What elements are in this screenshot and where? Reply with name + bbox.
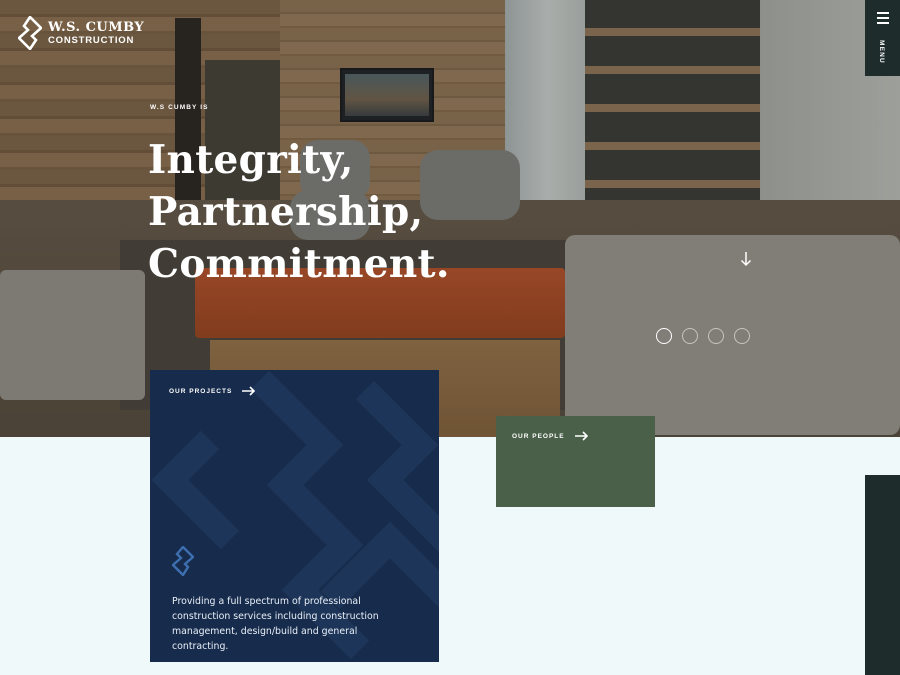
logo-name: W.S. CUMBY	[48, 19, 145, 35]
hero-eyebrow: W.S CUMBY IS	[150, 104, 209, 111]
headline-line: Integrity,	[148, 137, 354, 183]
slider-dot[interactable]	[656, 328, 672, 344]
arrow-right-icon	[574, 431, 588, 441]
hero-background-image	[0, 0, 900, 437]
slider-dots	[656, 328, 750, 344]
our-projects-link[interactable]: OUR PROJECTS	[169, 386, 256, 396]
right-rail	[865, 475, 900, 675]
headline-line: Commitment.	[148, 241, 450, 287]
diamond-s-icon	[172, 546, 194, 576]
people-card: OUR PEOPLE	[496, 416, 655, 507]
projects-card: OUR PROJECTS Providing a full spectrum o…	[150, 370, 439, 662]
logo-subtitle: CONSTRUCTION	[48, 34, 135, 46]
menu-button[interactable]: MENU	[865, 0, 900, 76]
arrow-down-icon[interactable]	[740, 251, 752, 267]
site-logo[interactable]: W.S. CUMBY CONSTRUCTION	[18, 16, 144, 50]
hero-headline: Integrity, Partnership, Commitment.	[148, 134, 450, 290]
arrow-right-icon	[242, 386, 256, 396]
our-people-label: OUR PEOPLE	[512, 432, 565, 440]
logo-wordmark: W.S. CUMBY CONSTRUCTION	[48, 21, 144, 46]
slider-dot[interactable]	[734, 328, 750, 344]
our-projects-label: OUR PROJECTS	[169, 387, 233, 395]
hamburger-icon	[877, 12, 889, 24]
slider-dot[interactable]	[708, 328, 724, 344]
diamond-s-icon	[18, 16, 42, 50]
our-people-link[interactable]: OUR PEOPLE	[512, 431, 589, 441]
home-page: W.S. CUMBY CONSTRUCTION MENU W.S CUMBY I…	[0, 0, 900, 675]
headline-line: Partnership,	[148, 189, 424, 235]
slider-dot[interactable]	[682, 328, 698, 344]
projects-description: Providing a full spectrum of professiona…	[172, 596, 379, 652]
menu-label: MENU	[878, 40, 885, 64]
